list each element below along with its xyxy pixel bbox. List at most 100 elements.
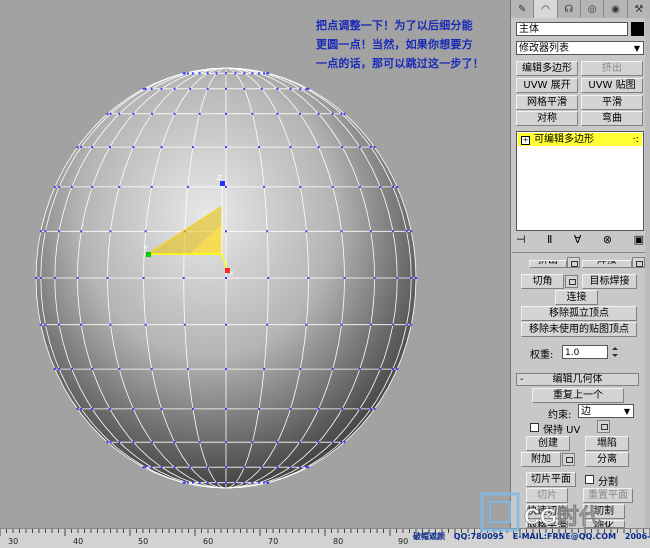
attach-button[interactable]: 附加 — [521, 452, 561, 467]
vertex-dot — [391, 323, 394, 326]
preserve-uv-checkbox[interactable] — [530, 423, 539, 432]
vertex-dot — [183, 323, 186, 326]
vertex-dot — [39, 230, 42, 233]
vertex-dot — [298, 112, 301, 115]
vertex-dot — [289, 87, 292, 90]
expand-icon[interactable]: + — [521, 136, 530, 145]
vertex-dot — [183, 72, 186, 75]
bend-button[interactable]: 弯曲 — [581, 111, 643, 126]
viewport-canvas[interactable]: Z Y X — [0, 0, 510, 528]
vertex-dot — [173, 87, 176, 90]
utilities-tab-icon[interactable]: ⚒ — [628, 0, 650, 18]
vertex-dot — [144, 466, 147, 469]
modifier-list-label: 修改器列表 — [519, 43, 569, 54]
vertex-dot — [215, 481, 218, 484]
symmetry-button[interactable]: 对称 — [516, 111, 578, 126]
vertex-dot — [189, 466, 192, 469]
stack-item-editable-poly[interactable]: + 可编辑多边形 ·: — [518, 133, 642, 146]
edit-geometry-rollout-title[interactable]: - 编辑几何体 — [516, 373, 639, 386]
vertex-dot — [191, 481, 194, 484]
constraint-value: 边 — [581, 406, 591, 417]
attach-list-button[interactable] — [562, 453, 575, 466]
vertex-dot — [39, 323, 42, 326]
vertex-dot — [341, 407, 344, 410]
vertex-dot — [340, 323, 343, 326]
object-color-swatch[interactable] — [631, 22, 644, 36]
vertex-dot — [263, 185, 266, 188]
weight-input[interactable]: 1.0 — [562, 345, 608, 359]
vertex-dot — [70, 368, 73, 371]
modifier-stack[interactable]: + 可编辑多边形 ·: — [516, 131, 644, 231]
slice-plane-button[interactable]: 切片平面 — [526, 472, 576, 487]
repeat-last-button[interactable]: 重复上一个 — [532, 388, 624, 403]
author-name: 破帽遮颜 — [413, 532, 445, 541]
vertex-dot — [206, 87, 209, 90]
weld-partial-button[interactable]: 焊接 — [582, 260, 632, 268]
vertex-dot — [76, 407, 79, 410]
uvw-unwrap-button[interactable]: UVW 展开 — [516, 78, 578, 93]
vertex-dot — [251, 112, 254, 115]
vertex-dot — [225, 323, 227, 326]
modifier-list-dropdown[interactable]: 修改器列表 ▼ — [516, 41, 644, 55]
remove-unused-map-verts-button[interactable]: 移除未使用的贴图顶点 — [521, 322, 637, 337]
vertex-dot — [369, 146, 372, 149]
vertex-dot — [182, 277, 185, 279]
vertex-dot — [106, 112, 109, 115]
vertex-dot — [225, 466, 227, 469]
vertex-dot — [58, 230, 61, 233]
weight-spinner-icon[interactable] — [612, 345, 619, 359]
mesh-smooth-button[interactable]: 网格平滑 — [516, 95, 578, 110]
vertex-dot — [379, 185, 382, 188]
extrude-partial-button[interactable]: 挤出 — [529, 260, 567, 268]
collapse-icon: - — [520, 374, 524, 385]
perspective-viewport[interactable]: Z Y X 把点调整一下！为了以后细分能 更圆一点！当然，如果你想要方 一点的话… — [0, 0, 510, 528]
vertex-dot — [189, 87, 192, 90]
vertex-dot — [391, 230, 394, 233]
configure-sets-icon[interactable]: ▣ — [634, 233, 644, 247]
display-tab-icon[interactable]: ◉ — [604, 0, 628, 18]
vertex-dot — [44, 323, 47, 326]
stack-item-label: 可编辑多边形 — [534, 134, 594, 145]
vertex-dot — [118, 112, 121, 115]
panel-scrollbar[interactable] — [645, 18, 650, 528]
target-weld-button[interactable]: 目标焊接 — [582, 274, 637, 289]
uvw-map-button[interactable]: UVW 贴图 — [581, 78, 643, 93]
modify-tab-icon[interactable]: ◠ — [534, 0, 558, 18]
edit-poly-button[interactable]: 编辑多边形 — [516, 61, 578, 76]
remove-isolated-vertices-button[interactable]: 移除孤立顶点 — [521, 306, 637, 321]
make-unique-icon[interactable]: ∀ — [574, 233, 582, 247]
weld-settings-button[interactable] — [632, 257, 645, 268]
preserve-uv-settings-button[interactable] — [597, 420, 610, 433]
extrude-modifier-button[interactable]: 挤出 — [581, 61, 643, 76]
vertex-dot — [58, 185, 61, 188]
chamfer-button[interactable]: 切角 — [521, 274, 564, 289]
show-end-result-icon[interactable]: Ⅱ — [547, 233, 552, 247]
vertex-dot — [91, 185, 94, 188]
collapse-button[interactable]: 塌陷 — [585, 436, 629, 451]
vertex-dot — [150, 185, 153, 188]
ruler-label: 90 — [398, 537, 409, 546]
detach-button[interactable]: 分离 — [585, 452, 629, 467]
smooth-button[interactable]: 平滑 — [581, 95, 643, 110]
constraint-dropdown[interactable]: 边 ▼ — [578, 404, 634, 418]
object-name-field[interactable]: 主体 — [516, 22, 628, 36]
motion-tab-icon[interactable]: ◎ — [581, 0, 605, 18]
connect-button[interactable]: 连接 — [555, 290, 598, 305]
chamfer-settings-button[interactable] — [565, 275, 578, 288]
vertex-dot — [340, 441, 343, 444]
vertex-dot — [80, 323, 83, 326]
vertex-dot — [76, 146, 79, 149]
vertex-dot — [305, 466, 308, 469]
split-checkbox[interactable] — [585, 475, 594, 484]
vertex-dot — [317, 441, 320, 444]
vertex-dot — [343, 441, 346, 444]
extrude-settings-button[interactable] — [567, 257, 580, 268]
hierarchy-tab-icon[interactable]: ☊ — [558, 0, 581, 18]
vertex-dot — [206, 72, 209, 75]
vertex-dot — [258, 481, 261, 484]
create-button[interactable]: 创建 — [526, 436, 570, 451]
pin-stack-icon[interactable]: ⊣ — [516, 233, 526, 247]
remove-modifier-icon[interactable]: ⊗ — [603, 233, 612, 247]
vertex-dot — [276, 441, 279, 444]
create-tab-icon[interactable]: ✎ — [511, 0, 535, 18]
